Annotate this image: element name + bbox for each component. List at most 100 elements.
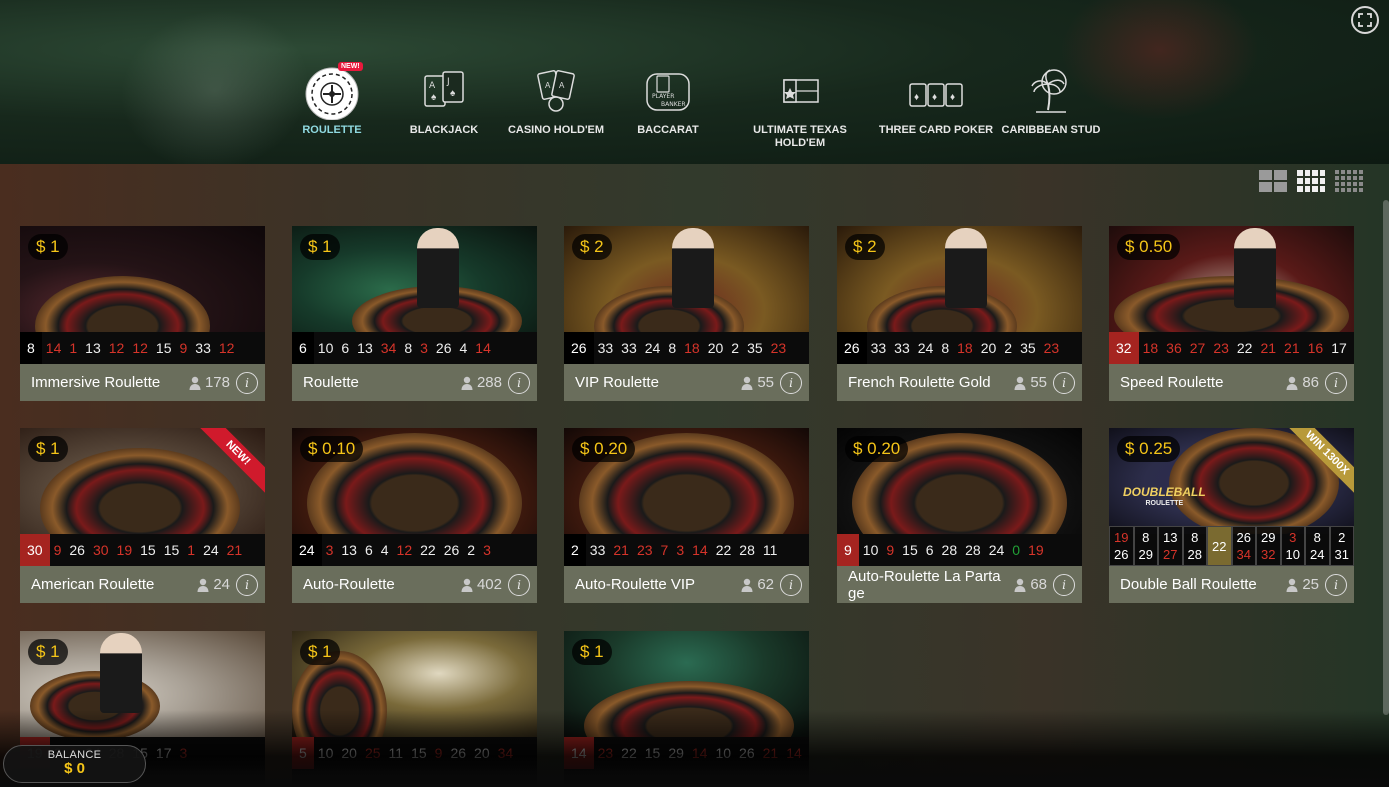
result-number: 20: [341, 745, 357, 761]
info-button[interactable]: i: [508, 371, 530, 394]
table-tile[interactable]: $ 0.10 24 3 13 6 4 12 22 26 2 3 Auto-Roulette 402 i: [292, 428, 537, 603]
info-button[interactable]: i: [780, 371, 802, 394]
result-number: 26: [739, 745, 755, 761]
user-icon: [461, 578, 473, 592]
table-name: Double Ball Roulette: [1120, 576, 1257, 593]
nav-item-roulette[interactable]: NEW! ROULETTE: [272, 60, 392, 137]
category-header: NEW! ROULETTE A J ♠ ♠ BLACKJACK A A CASI…: [0, 0, 1389, 164]
roulette-wheel-image: [292, 651, 387, 737]
player-count-value: 55: [1030, 374, 1047, 391]
table-tile[interactable]: WIN 1300X DOUBLEBALL ROULETTE $ 0.25 19 26 8 29…: [1109, 428, 1354, 603]
result-number: 2: [467, 542, 476, 558]
result-number: 28: [941, 542, 958, 558]
result-number: 14: [45, 340, 62, 356]
info-button[interactable]: i: [780, 573, 802, 596]
roulette-wheel-image: [867, 286, 1017, 332]
view-5-columns-button[interactable]: [1335, 170, 1363, 192]
result-cell: 19 26: [1109, 526, 1134, 566]
result-number: 11: [762, 542, 778, 558]
result-number: 1: [69, 340, 78, 356]
table-tile[interactable]: $ 0.20 9 10 9 15 6 28 28 24 0 19 Auto-Roulette La P…: [837, 428, 1082, 603]
result-number: 2: [564, 534, 586, 566]
table-tile[interactable]: $ 1 6 10 6 13 34 8 3 26 4 14 Roulette 288 i: [292, 226, 537, 401]
nav-label: BLACKJACK: [409, 124, 479, 136]
table-tile[interactable]: $ 2 26 33 33 24 8 18 20 2 35 23 VIP Roulette 55 i: [564, 226, 809, 401]
baccarat-table-icon: PLAYER BANKER: [646, 73, 690, 111]
result-number: 6: [292, 332, 314, 364]
nav-item-casino-holdem[interactable]: A A CASINO HOLD'EM: [496, 60, 616, 137]
result-number: 8: [668, 340, 677, 356]
player-count: 288: [461, 374, 502, 391]
result-number: 22: [1236, 340, 1253, 356]
info-button[interactable]: i: [1053, 371, 1075, 394]
nav-item-ultimate-texas-holdem[interactable]: ULTIMATE TEXAS HOLD'EM: [740, 60, 860, 150]
user-icon: [197, 578, 209, 592]
result-number: 12: [218, 340, 235, 356]
result-number: 24: [203, 542, 219, 558]
table-tile[interactable]: $ 1 8 14 1 13 12 12 15 9 33 12 Immersive Roulette 17…: [20, 226, 265, 401]
result-number: 14: [691, 745, 708, 761]
svg-text:♦: ♦: [950, 92, 955, 103]
view-4-columns-button[interactable]: [1297, 170, 1325, 192]
table-preview-image: $ 0.10: [292, 428, 537, 534]
result-number: 15: [163, 542, 180, 558]
result-number: 22: [621, 745, 637, 761]
result-number: 8: [941, 340, 950, 356]
info-button[interactable]: i: [1325, 371, 1347, 394]
table-tile[interactable]: $ 1 5 10 20 25 11 15 9 26 20 34: [292, 631, 537, 787]
fullscreen-button[interactable]: [1351, 6, 1379, 34]
table-tile[interactable]: $ 2 26 33 33 24 8 18 20 2 35 23 French Roulette Gol…: [837, 226, 1082, 401]
table-tile[interactable]: $ 1 14 23 22 15 29 14 10 26 21 14: [564, 631, 809, 787]
result-number: 14: [564, 737, 594, 769]
table-info-bar: Speed Roulette 86 i: [1109, 364, 1354, 401]
result-cell: 8 29: [1133, 526, 1158, 566]
texas-flag-icon: [783, 79, 819, 103]
result-number: 33: [870, 340, 887, 356]
recent-results: 26 33 33 24 8 18 20 2 35 23: [564, 332, 809, 364]
info-button[interactable]: i: [236, 573, 258, 596]
table-preview-image: $ 1: [292, 631, 537, 737]
info-button[interactable]: i: [1325, 573, 1347, 596]
recent-results: 5 10 20 25 11 15 9 26 20 34: [292, 737, 537, 769]
result-number: 22: [420, 542, 436, 558]
result-cell: 26 34: [1231, 526, 1256, 566]
min-bet-badge: $ 1: [572, 639, 612, 665]
result-number: 23: [770, 340, 787, 356]
result-number: 30: [92, 542, 109, 558]
view-2-columns-button[interactable]: [1259, 170, 1287, 192]
svg-text:A: A: [559, 81, 565, 90]
result-number: 22: [715, 542, 732, 558]
table-tile[interactable]: $ 0.20 2 33 21 23 7 3 14 22 28 11 Auto-Roulette VIP…: [564, 428, 809, 603]
nav-item-blackjack[interactable]: A J ♠ ♠ BLACKJACK: [384, 60, 504, 137]
info-button[interactable]: i: [1053, 573, 1075, 596]
dealer-figure: [100, 633, 142, 713]
player-count-value: 62: [757, 576, 774, 593]
result-number: 9: [434, 745, 443, 761]
table-name: French Roulette Gold: [848, 374, 991, 391]
info-button[interactable]: i: [508, 573, 530, 596]
nav-item-caribbean-stud[interactable]: CARIBBEAN STUD: [991, 60, 1111, 137]
result-number: 12: [396, 542, 413, 558]
table-name: Immersive Roulette: [31, 374, 161, 391]
table-name: Auto-Roulette VIP: [575, 576, 696, 593]
table-tile[interactable]: $ 0.50 32 18 36 27 23 22 21 21 16 17 Speed Roulette…: [1109, 226, 1354, 401]
result-number: 24: [292, 534, 322, 566]
result-number: 12: [108, 340, 125, 356]
result-number: 8: [20, 332, 42, 364]
result-number: 10: [862, 542, 879, 558]
result-number: 15: [644, 745, 661, 761]
recent-results: 30 9 26 30 19 15 15 1 24 21: [20, 534, 265, 566]
roulette-wheel-image: [584, 681, 794, 737]
result-number: 3: [420, 340, 428, 356]
table-tile[interactable]: NEW! $ 1 30 9 26 30 19 15 15 1 24 21 American Roulet…: [20, 428, 265, 603]
info-button[interactable]: i: [236, 371, 258, 394]
nav-item-three-card-poker[interactable]: ♦ ♦ ♦ THREE CARD POKER: [876, 60, 996, 137]
result-number: 35: [747, 340, 763, 356]
result-number: 15: [155, 340, 172, 356]
result-number: 14: [692, 542, 708, 558]
result-number: 23: [636, 542, 653, 558]
result-number: 13: [357, 340, 373, 356]
nav-item-baccarat[interactable]: PLAYER BANKER BACCARAT: [608, 60, 728, 137]
table-name: Speed Roulette: [1120, 374, 1224, 391]
scrollbar[interactable]: [1383, 200, 1389, 715]
